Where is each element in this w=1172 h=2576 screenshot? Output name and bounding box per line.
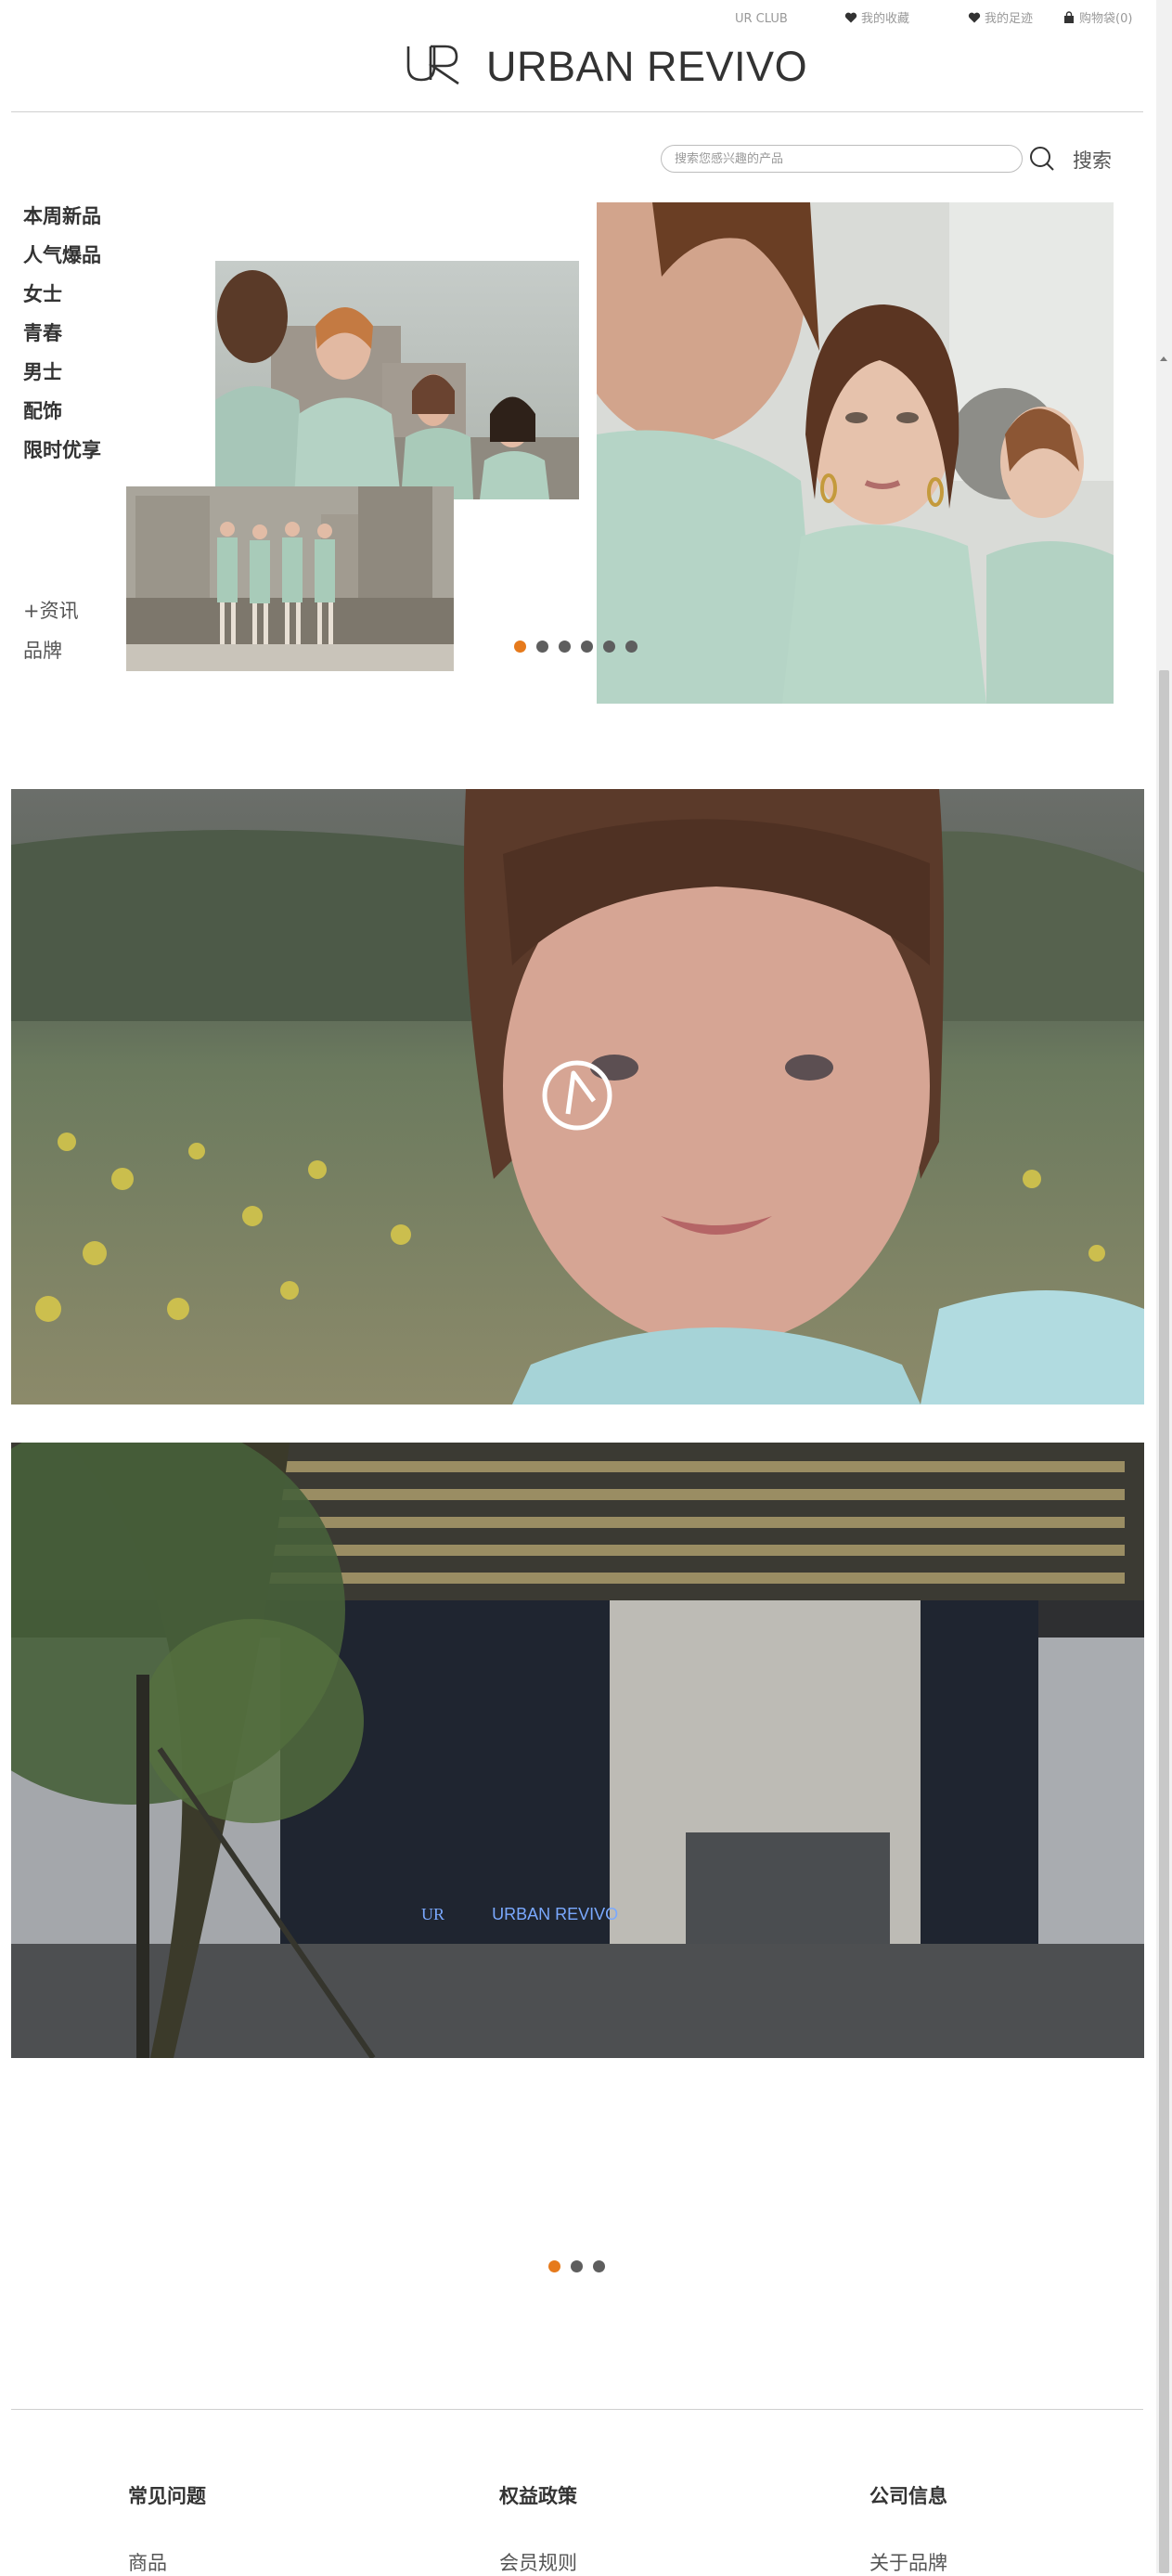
footprint-label: 我的足迹 (985, 12, 1034, 26)
brand-name: URBAN REVIVO (486, 43, 808, 90)
store-sign-name: URBAN REVIVO (492, 1905, 619, 1923)
hero-carousel-dots (514, 641, 648, 653)
brand-logo[interactable]: URBAN REVIVO (403, 37, 807, 90)
nav-item-men[interactable]: 男士 (23, 358, 101, 397)
footer-heading: 常见问题 (128, 2485, 206, 2507)
cart-label: 购物袋(0) (1079, 12, 1133, 26)
carousel-dot[interactable] (536, 641, 548, 653)
carousel-dot[interactable] (548, 2260, 560, 2272)
top-utility-bar: UR CLUB 我的收藏 我的足迹 购物袋(0) (0, 0, 1172, 37)
store-banner[interactable] (11, 1443, 1144, 2058)
footer-column-faq: 常见问题 商品 (128, 2481, 206, 2576)
lower-carousel-dots (548, 2260, 615, 2272)
carousel-dot[interactable] (559, 641, 571, 653)
heart-icon (968, 12, 981, 23)
search-button[interactable]: 搜索 (1073, 146, 1112, 174)
footer-heading: 公司信息 (869, 2485, 947, 2507)
carousel-dot[interactable] (581, 641, 593, 653)
favorites-label: 我的收藏 (861, 12, 910, 26)
scrollbar-thumb[interactable] (1159, 670, 1169, 2573)
nav-item-news[interactable]: +资讯 (23, 596, 79, 624)
footer-heading: 权益政策 (499, 2485, 577, 2507)
footer-column-policy: 权益政策 会员规则 (499, 2481, 577, 2576)
nav-item-bestsellers[interactable]: 人气爆品 (23, 241, 101, 280)
nav-item-limited-offers[interactable]: 限时优享 (23, 436, 101, 475)
hero-photo-castle[interactable] (126, 486, 454, 671)
footer-link[interactable]: 商品 (128, 2548, 206, 2576)
nav-item-youth[interactable]: 青春 (23, 319, 101, 358)
play-video-icon[interactable] (542, 1060, 612, 1131)
footer-link[interactable]: 会员规则 (499, 2548, 577, 2576)
scroll-up-arrow-icon[interactable] (1160, 356, 1167, 361)
nav-item-new-this-week[interactable]: 本周新品 (23, 202, 101, 241)
header-divider (11, 111, 1143, 112)
store-sign-mark: UR (421, 1905, 445, 1923)
store-sign: UR URBAN REVIVO (421, 1905, 618, 1924)
carousel-dot[interactable] (603, 641, 615, 653)
carousel-dot[interactable] (514, 641, 526, 653)
footer-column-company: 公司信息 关于品牌 (869, 2481, 947, 2576)
carousel-dot[interactable] (593, 2260, 605, 2272)
hero-photo-group[interactable] (215, 261, 579, 499)
search-input[interactable] (661, 145, 1023, 173)
nav-item-accessories[interactable]: 配饰 (23, 397, 101, 436)
ur-club-link[interactable]: UR CLUB (735, 11, 788, 28)
search-icon[interactable] (1028, 145, 1056, 173)
carousel-dot[interactable] (571, 2260, 583, 2272)
hero-photo-closeup[interactable] (597, 202, 1114, 704)
nav-item-women[interactable]: 女士 (23, 280, 101, 319)
carousel-dot[interactable] (625, 641, 638, 653)
ur-logo-icon (406, 45, 459, 85)
footprint-link[interactable]: 我的足迹 (968, 11, 1033, 28)
footer-link[interactable]: 关于品牌 (869, 2548, 947, 2576)
cart-link[interactable]: 购物袋(0) (1063, 11, 1132, 28)
category-nav: 本周新品 人气爆品 女士 青春 男士 配饰 限时优享 (23, 202, 101, 475)
footer-divider (11, 2409, 1143, 2410)
nav-item-brand[interactable]: 品牌 (23, 636, 62, 664)
shopping-bag-icon (1064, 11, 1074, 23)
heart-icon (844, 12, 857, 23)
favorites-link[interactable]: 我的收藏 (844, 11, 909, 28)
